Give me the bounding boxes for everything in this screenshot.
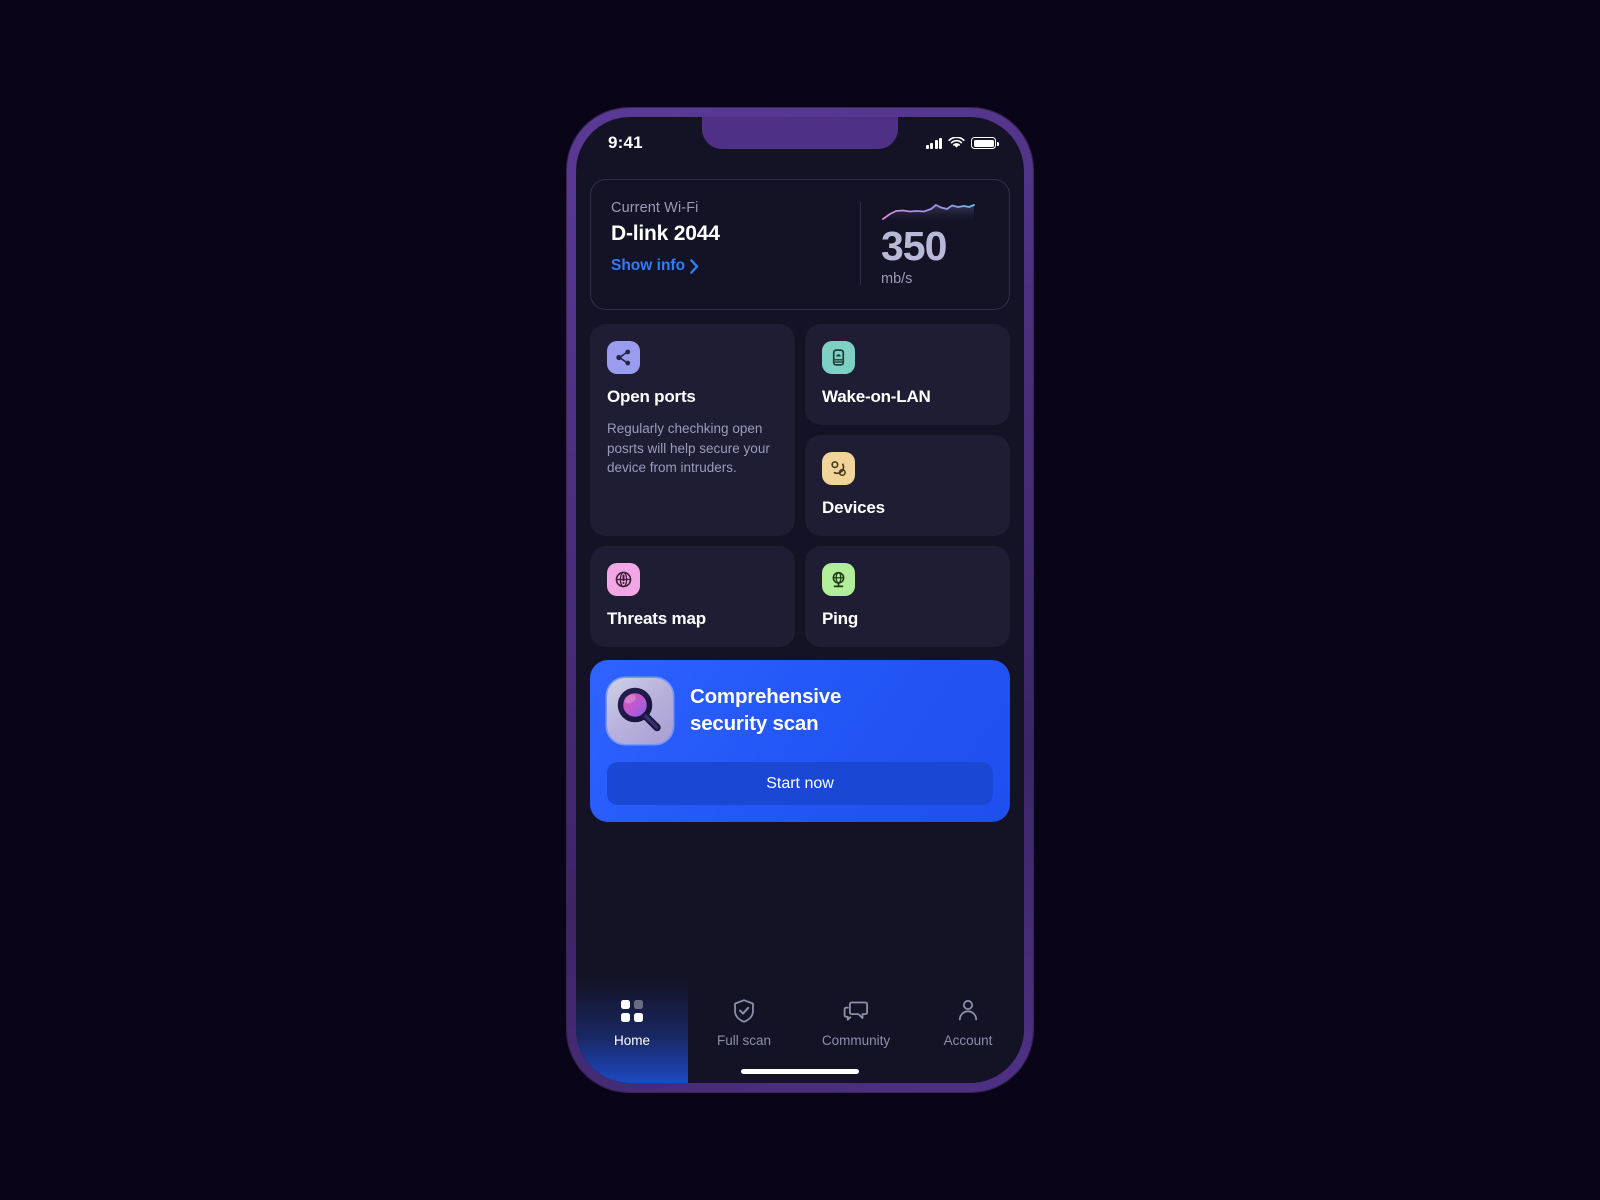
wifi-icon (948, 137, 965, 148)
bottom-nav: Home Full scan Community Account (576, 980, 1024, 1083)
banner-header: Comprehensive security scan (607, 678, 993, 745)
status-time: 9:41 (608, 133, 643, 152)
wifi-card-right: 350 mb/s (861, 200, 989, 287)
tile-ping[interactable]: Ping (805, 546, 1010, 648)
chevron-right-icon (690, 258, 699, 274)
tile-title: Ping (822, 609, 859, 629)
home-indicator[interactable] (741, 1069, 859, 1074)
wifi-speed-unit: mb/s (881, 271, 913, 288)
banner-title: Comprehensive security scan (690, 684, 841, 737)
tile-title: Devices (822, 498, 885, 518)
show-info-link[interactable]: Show info (611, 257, 860, 275)
banner-title-line1: Comprehensive (690, 685, 842, 709)
globe-stand-icon (822, 563, 855, 597)
status-icons (925, 137, 999, 149)
status-bar: 9:41 (576, 117, 1024, 165)
speed-sparkline (882, 204, 975, 222)
tile-devices[interactable]: Devices (805, 435, 1010, 537)
feature-tiles-grid: Open ports Regularly chechking open posr… (590, 324, 1010, 537)
main-content: Current Wi-Fi D-link 2044 Show info 350 … (576, 165, 1024, 823)
share-nodes-icon (607, 341, 640, 375)
wifi-speed-value: 350 (881, 223, 947, 269)
tile-title: Open ports (607, 387, 696, 407)
chat-bubbles-icon (843, 997, 869, 1024)
nav-item-account[interactable]: Account (912, 980, 1024, 1083)
cellular-signal-icon (925, 137, 942, 149)
nav-item-home[interactable]: Home (576, 980, 688, 1083)
shield-check-icon (732, 997, 756, 1024)
phone-screen: 9:41 Current Wi-Fi D-link 2044 Show info… (576, 117, 1024, 1083)
tile-open-ports[interactable]: Open ports Regularly chechking open posr… (590, 324, 795, 537)
nav-item-community[interactable]: Community (800, 980, 912, 1083)
tile-description: Regularly chechking open posrts will hel… (607, 421, 770, 476)
tile-title: Threats map (607, 609, 706, 629)
battery-full-icon (971, 137, 999, 149)
tile-threats-map[interactable]: Threats map (590, 546, 795, 648)
nav-label: Home (613, 1033, 650, 1048)
globe-alert-icon (607, 563, 640, 597)
magnifying-glass-3d-icon (607, 678, 673, 745)
start-now-button[interactable]: Start now (607, 762, 993, 806)
screenshot-stage: 9:41 Current Wi-Fi D-link 2044 Show info… (0, 0, 1600, 1200)
show-info-label: Show info (611, 257, 686, 274)
security-scan-banner: Comprehensive security scan Start now (590, 660, 1010, 823)
nav-label: Full scan (716, 1033, 772, 1048)
device-server-icon (822, 341, 855, 375)
banner-title-line2: security scan (690, 712, 819, 736)
tile-title: Wake-on-LAN (822, 387, 931, 407)
wifi-label: Current Wi-Fi (611, 200, 699, 216)
feature-tiles-grid-secondary: Threats map Ping (590, 546, 1010, 648)
phone-frame: 9:41 Current Wi-Fi D-link 2044 Show info… (567, 108, 1033, 1092)
linked-nodes-icon (822, 452, 855, 486)
nav-label: Community (821, 1033, 891, 1048)
wifi-card-left: Current Wi-Fi D-link 2044 Show info (611, 200, 860, 287)
nav-label: Account (943, 1033, 993, 1048)
current-wifi-card: Current Wi-Fi D-link 2044 Show info 350 … (590, 179, 1010, 311)
tile-wake-on-lan[interactable]: Wake-on-LAN (805, 324, 1010, 426)
grid-dots-icon (621, 997, 643, 1024)
nav-item-full-scan[interactable]: Full scan (688, 980, 800, 1083)
wifi-ssid: D-link 2044 (611, 222, 720, 245)
user-icon (956, 997, 980, 1024)
